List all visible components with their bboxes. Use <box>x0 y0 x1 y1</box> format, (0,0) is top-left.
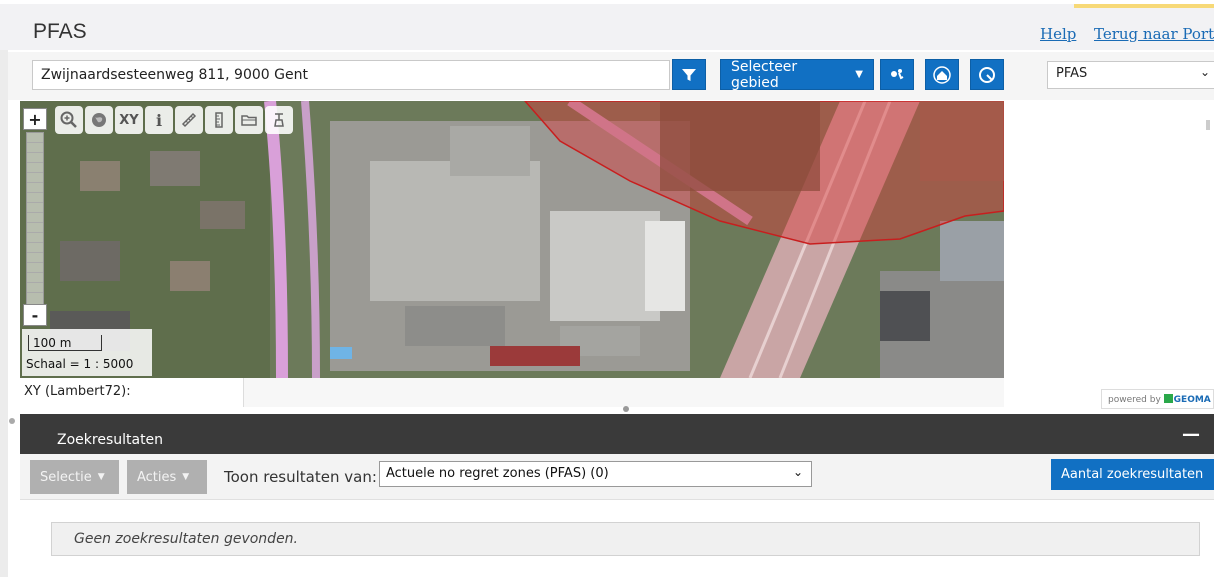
app-window: PFAS Help Terug naar Portaal Selecteer g… <box>0 0 1214 577</box>
map-canvas[interactable] <box>20 101 1004 378</box>
select-area-label: Selecteer gebied <box>731 58 798 91</box>
zoom-slider: + - <box>23 108 47 326</box>
locate-button[interactable] <box>880 59 914 90</box>
selectie-label: Selectie <box>40 469 92 485</box>
caret-down-icon: ▼ <box>97 472 105 482</box>
geomap-logo-icon <box>1163 394 1173 403</box>
back-to-portal-link[interactable]: Terug naar Portaal <box>1094 25 1214 43</box>
info-tool-label: i <box>155 110 163 130</box>
zoom-box-icon <box>60 111 77 128</box>
results-select-value: Actuele no regret zones (PFAS) (0) <box>386 466 609 481</box>
ruler-icon <box>181 112 197 128</box>
panel-resize-handle[interactable] <box>623 406 629 412</box>
powered-by-brand: GEOMA <box>1173 395 1211 405</box>
globe-icon <box>92 113 106 127</box>
results-body: Geen zoekresultaten gevonden. <box>20 500 1214 577</box>
coordinate-readout: XY (Lambert72): <box>20 378 244 407</box>
header-accent <box>1074 4 1214 8</box>
scale-bar: 100 m <box>28 335 102 351</box>
minimize-icon[interactable]: — <box>1182 424 1200 445</box>
acties-label: Acties <box>137 469 177 485</box>
layer-select[interactable]: PFAS ⌄ <box>1047 61 1214 89</box>
home-icon <box>933 65 951 84</box>
zoom-out-button[interactable]: - <box>23 304 47 326</box>
measure-tool[interactable] <box>205 106 233 134</box>
zoom-reset-button[interactable] <box>970 59 1004 90</box>
filter-button[interactable] <box>672 59 706 90</box>
caret-down-icon: ▼ <box>855 69 863 80</box>
select-area-button[interactable]: Selecteer gebied ▼ <box>720 58 874 91</box>
chevron-down-icon: ⌄ <box>792 465 803 479</box>
address-search-input[interactable] <box>32 60 670 90</box>
results-layer-select[interactable]: Actuele no regret zones (PFAS) (0) ⌄ <box>379 461 812 487</box>
info-tool[interactable]: i <box>145 106 173 134</box>
results-title: Zoekresultaten <box>57 432 164 448</box>
result-count-button[interactable]: Aantal zoekresultaten <box>1051 459 1214 490</box>
map-tools: XY i <box>55 106 293 134</box>
show-results-label: Toon resultaten van: <box>224 468 377 486</box>
powered-by-badge: powered by GEOMA <box>1101 389 1214 409</box>
xy-tool[interactable]: XY <box>115 106 143 134</box>
map-side-panel <box>1004 101 1214 411</box>
acties-button[interactable]: Acties ▼ <box>127 460 207 494</box>
search-toolbar: Selecteer gebied ▼ PFAS ⌄ <box>8 52 1214 100</box>
side-resize-handle[interactable] <box>9 418 15 424</box>
results-header: Zoekresultaten — <box>20 414 1214 454</box>
scale-indicator: 100 m Schaal = 1 : 5000 <box>22 329 152 376</box>
filter-icon <box>682 68 696 81</box>
no-results-message: Geen zoekresultaten gevonden. <box>51 522 1200 556</box>
xy-tool-label: XY <box>119 112 139 128</box>
help-link[interactable]: Help <box>1040 25 1076 43</box>
locate-person-icon <box>891 68 904 79</box>
results-toolbar: Selectie ▼ Acties ▼ Toon resultaten van:… <box>20 454 1214 500</box>
scale-text: Schaal = 1 : 5000 <box>26 357 134 371</box>
zoom-track[interactable] <box>26 132 44 306</box>
folder-icon <box>241 115 257 126</box>
powered-by-text: powered by <box>1108 395 1161 405</box>
folder-tool[interactable] <box>235 106 263 134</box>
zoom-reset-icon <box>979 66 995 83</box>
left-strip <box>0 0 8 577</box>
measure-icon <box>215 112 223 128</box>
home-button[interactable] <box>925 59 959 90</box>
map-footer <box>244 378 1004 407</box>
selectie-button[interactable]: Selectie ▼ <box>30 460 119 494</box>
page-title: PFAS <box>33 20 87 43</box>
app-header: PFAS Help Terug naar Portaal <box>0 0 1214 50</box>
caret-down-icon: ▼ <box>182 472 190 482</box>
zoom-in-button[interactable]: + <box>23 108 47 130</box>
globe-tool[interactable] <box>85 106 113 134</box>
aerial-map <box>20 101 1004 378</box>
scroll-indicator[interactable] <box>1206 120 1210 130</box>
clear-tool[interactable] <box>265 106 293 134</box>
ruler-tool[interactable] <box>175 106 203 134</box>
layer-select-value: PFAS <box>1056 66 1088 81</box>
chevron-down-icon: ⌄ <box>1199 65 1210 79</box>
zoom-box-tool[interactable] <box>55 106 83 134</box>
clear-icon <box>274 113 284 127</box>
